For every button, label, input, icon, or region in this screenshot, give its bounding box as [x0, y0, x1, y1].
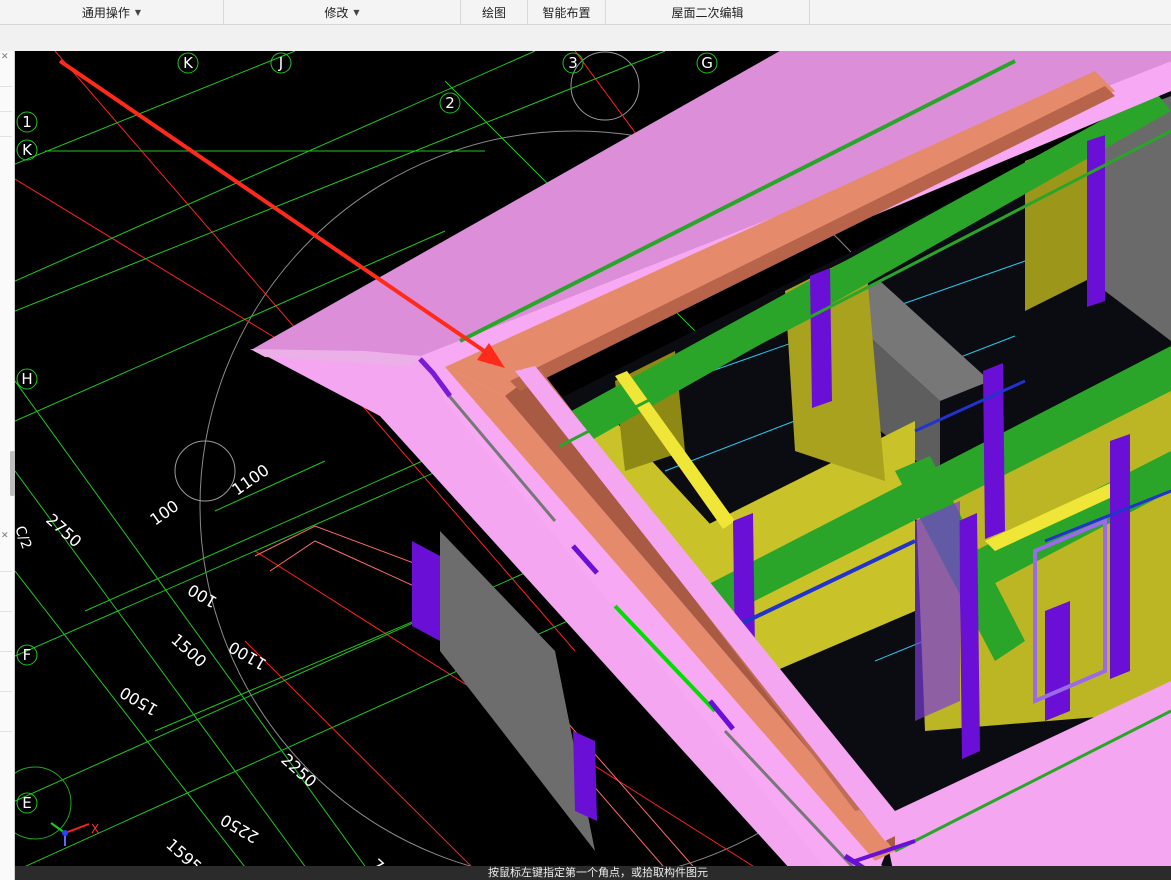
- ribbon-toolbar: 通用操作 ▼ 修改 ▼ 绘图 智能布置 屋面二次编辑: [0, 0, 1171, 25]
- dimension-label: 100: [146, 496, 182, 529]
- grid-label: K: [183, 54, 194, 72]
- dimension-label: 2250: [277, 750, 320, 791]
- grid-label: 3: [568, 54, 578, 72]
- ribbon-group-modify[interactable]: 修改 ▼: [224, 0, 461, 24]
- orbit-handle[interactable]: [174, 440, 236, 502]
- chevron-down-icon: ▼: [134, 7, 142, 17]
- panel-divider: [0, 111, 12, 112]
- status-text: 按鼠标左键指定第一个角点，或拾取构件图元: [488, 866, 708, 879]
- dimension-label: 2750: [42, 510, 85, 551]
- cad-3d-viewport[interactable]: 2750 100 1100 100 1100 1500 1500 2250 22…: [15, 51, 1171, 880]
- grid-label: H: [21, 370, 32, 388]
- panel-divider: [0, 731, 12, 732]
- scene-canvas[interactable]: 2750 100 1100 100 1100 1500 1500 2250 22…: [15, 51, 1171, 880]
- ribbon-subbar: [0, 25, 1171, 51]
- grid-label: 1: [22, 113, 32, 131]
- grid-label: J: [278, 54, 283, 72]
- annotation-arrow: [58, 59, 505, 368]
- panel-divider: [0, 611, 12, 612]
- axis-x-label: X: [91, 822, 99, 836]
- grid-label: G: [701, 54, 713, 72]
- ribbon-group-label: 智能布置: [542, 5, 591, 20]
- ribbon-group-label: 绘图: [481, 5, 506, 20]
- close-icon[interactable]: ✕: [1, 532, 9, 541]
- ribbon-group-smart-layout[interactable]: 智能布置: [528, 0, 606, 24]
- ribbon-group-general-ops[interactable]: 通用操作 ▼: [0, 0, 224, 24]
- ribbon-group-roof-edit[interactable]: 屋面二次编辑: [606, 0, 810, 24]
- dimension-labels: 2750 100 1100 100 1100 1500 1500 2250 22…: [15, 460, 403, 880]
- side-label: C/2: [15, 524, 34, 551]
- panel-divider: [0, 651, 12, 652]
- left-dock-panel: ✕ ✕: [0, 51, 15, 880]
- axis-gizmo: X: [50, 822, 99, 846]
- dimension-label: 2250: [217, 810, 262, 847]
- ribbon-group-label: 通用操作: [81, 5, 130, 20]
- panel-divider: [0, 86, 12, 87]
- dimension-label: 1500: [167, 630, 210, 671]
- ribbon-group-label: 修改: [324, 5, 349, 20]
- ribbon-group-label: 屋面二次编辑: [671, 5, 744, 20]
- close-icon[interactable]: ✕: [1, 53, 9, 62]
- grid-label: F: [23, 646, 32, 664]
- orbit-handle[interactable]: [570, 51, 640, 121]
- status-bar: 按鼠标左键指定第一个角点，或拾取构件图元: [15, 866, 1171, 880]
- grid-label: 2: [445, 94, 455, 112]
- panel-divider: [0, 691, 12, 692]
- dimension-label: 1500: [116, 683, 161, 720]
- dimension-label: 100: [184, 580, 220, 612]
- panel-divider: [0, 136, 12, 137]
- grid-label: K: [22, 141, 33, 159]
- panel-divider: [0, 571, 12, 572]
- ribbon-group-draw[interactable]: 绘图: [461, 0, 528, 24]
- grid-label: E: [22, 794, 31, 812]
- chevron-down-icon: ▼: [353, 7, 360, 17]
